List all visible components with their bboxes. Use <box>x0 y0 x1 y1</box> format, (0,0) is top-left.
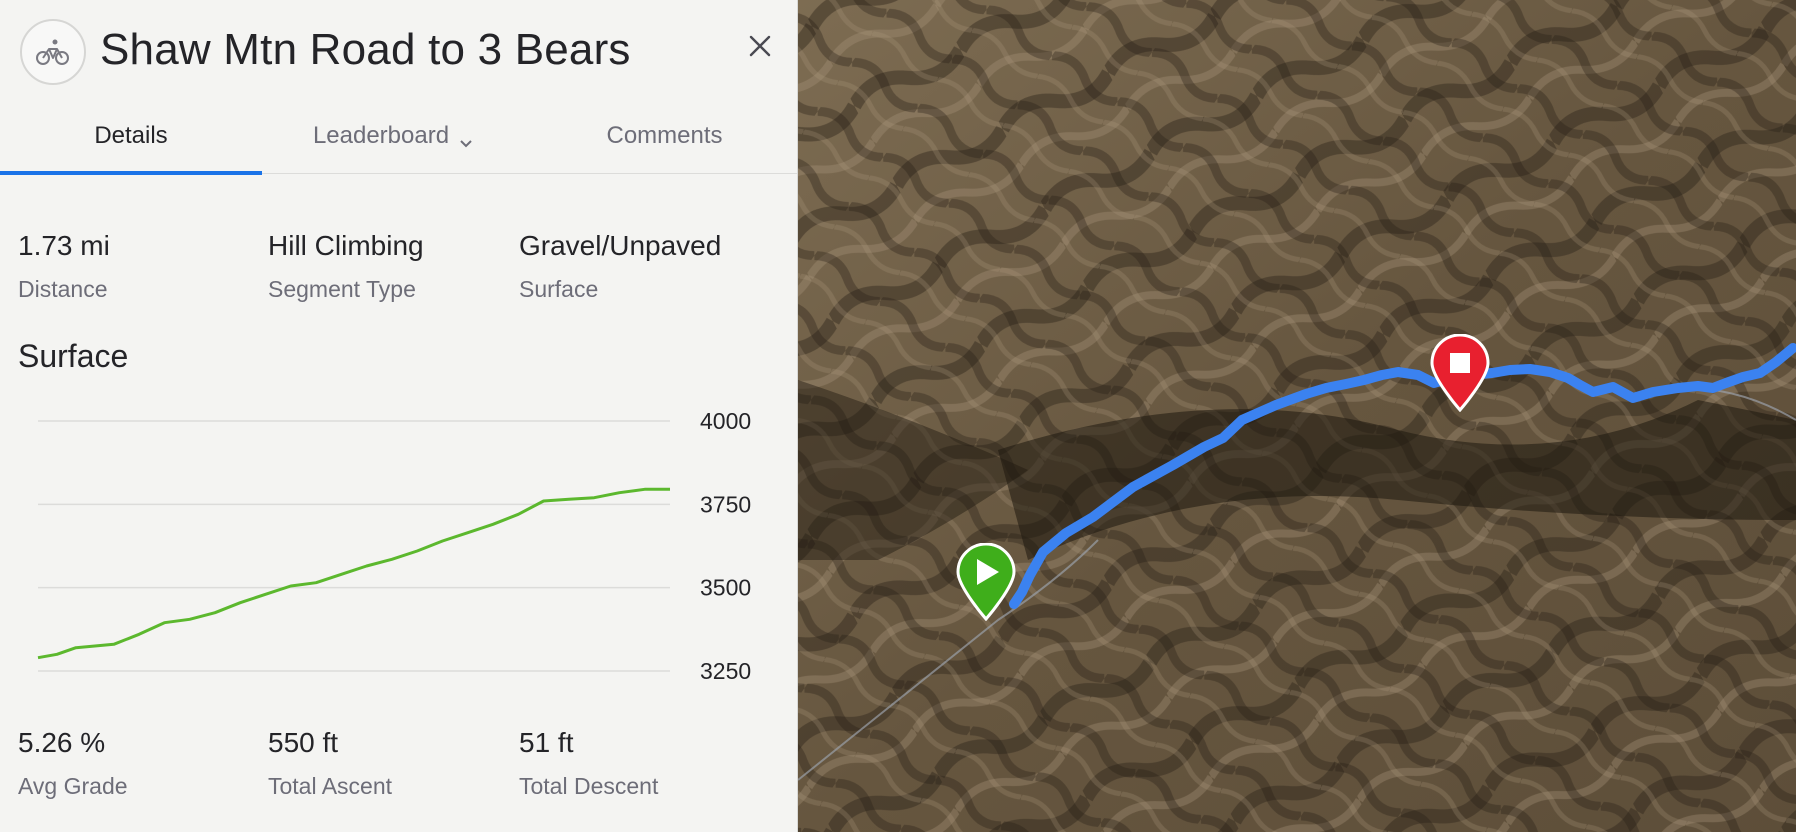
stat-segment-type-label: Segment Type <box>268 276 416 302</box>
stat-segment-type: Hill Climbing Segment Type <box>268 230 424 303</box>
y-tick-label: 3250 <box>700 658 751 684</box>
stat-avg-grade-label: Avg Grade <box>18 773 128 799</box>
tab-comments[interactable]: Comments <box>532 108 797 174</box>
segment-title: Shaw Mtn Road to 3 Bears <box>100 25 631 74</box>
cycling-icon <box>20 19 86 85</box>
stat-avg-grade: 5.26 % Avg Grade <box>18 727 128 800</box>
y-tick-label: 3500 <box>700 575 751 601</box>
y-tick-label: 4000 <box>700 408 751 434</box>
chevron-down-icon <box>459 128 473 156</box>
stat-distance-value: 1.73 mi <box>18 230 110 261</box>
stat-total-ascent: 550 ft Total Ascent <box>268 727 392 800</box>
segment-map[interactable] <box>798 0 1796 832</box>
tab-leaderboard[interactable]: Leaderboard <box>262 108 524 174</box>
segment-tabs: Details Leaderboard Comments <box>0 108 797 175</box>
stat-avg-grade-value: 5.26 % <box>18 727 106 758</box>
stat-total-descent: 51 ft Total Descent <box>519 727 658 800</box>
tab-comments-label: Comments <box>606 122 723 149</box>
stat-total-descent-label: Total Descent <box>519 773 659 799</box>
elevation-line <box>37 487 670 660</box>
start-play-icon[interactable] <box>955 542 1017 622</box>
tab-details[interactable]: Details <box>0 108 262 175</box>
section-title: Surface <box>18 338 129 374</box>
stat-total-ascent-label: Total Ascent <box>268 773 393 799</box>
stat-surface-value: Gravel/Unpaved <box>519 230 722 261</box>
stat-surface-label: Surface <box>519 276 599 302</box>
segment-header: Shaw Mtn Road to 3 Bears <box>20 18 780 88</box>
segment-details-panel: Shaw Mtn Road to 3 Bears Details Leaderb… <box>0 0 798 832</box>
stat-distance: 1.73 mi Distance <box>18 230 110 303</box>
tab-details-label: Details <box>94 122 168 149</box>
y-tick-label: 3750 <box>700 491 751 517</box>
stat-segment-type-value: Hill Climbing <box>268 230 424 261</box>
finish-stop-icon[interactable] <box>1429 333 1491 413</box>
stat-total-ascent-value: 550 ft <box>268 727 339 758</box>
tab-leaderboard-label: Leaderboard <box>312 122 450 149</box>
satellite-terrain <box>798 0 1796 832</box>
stat-total-descent-value: 51 ft <box>519 727 574 758</box>
stat-surface: Gravel/Unpaved Surface <box>519 230 721 303</box>
close-icon[interactable] <box>740 26 780 66</box>
elevation-chart: 4000 3750 3500 3250 <box>37 408 751 684</box>
stat-distance-label: Distance <box>18 276 108 302</box>
